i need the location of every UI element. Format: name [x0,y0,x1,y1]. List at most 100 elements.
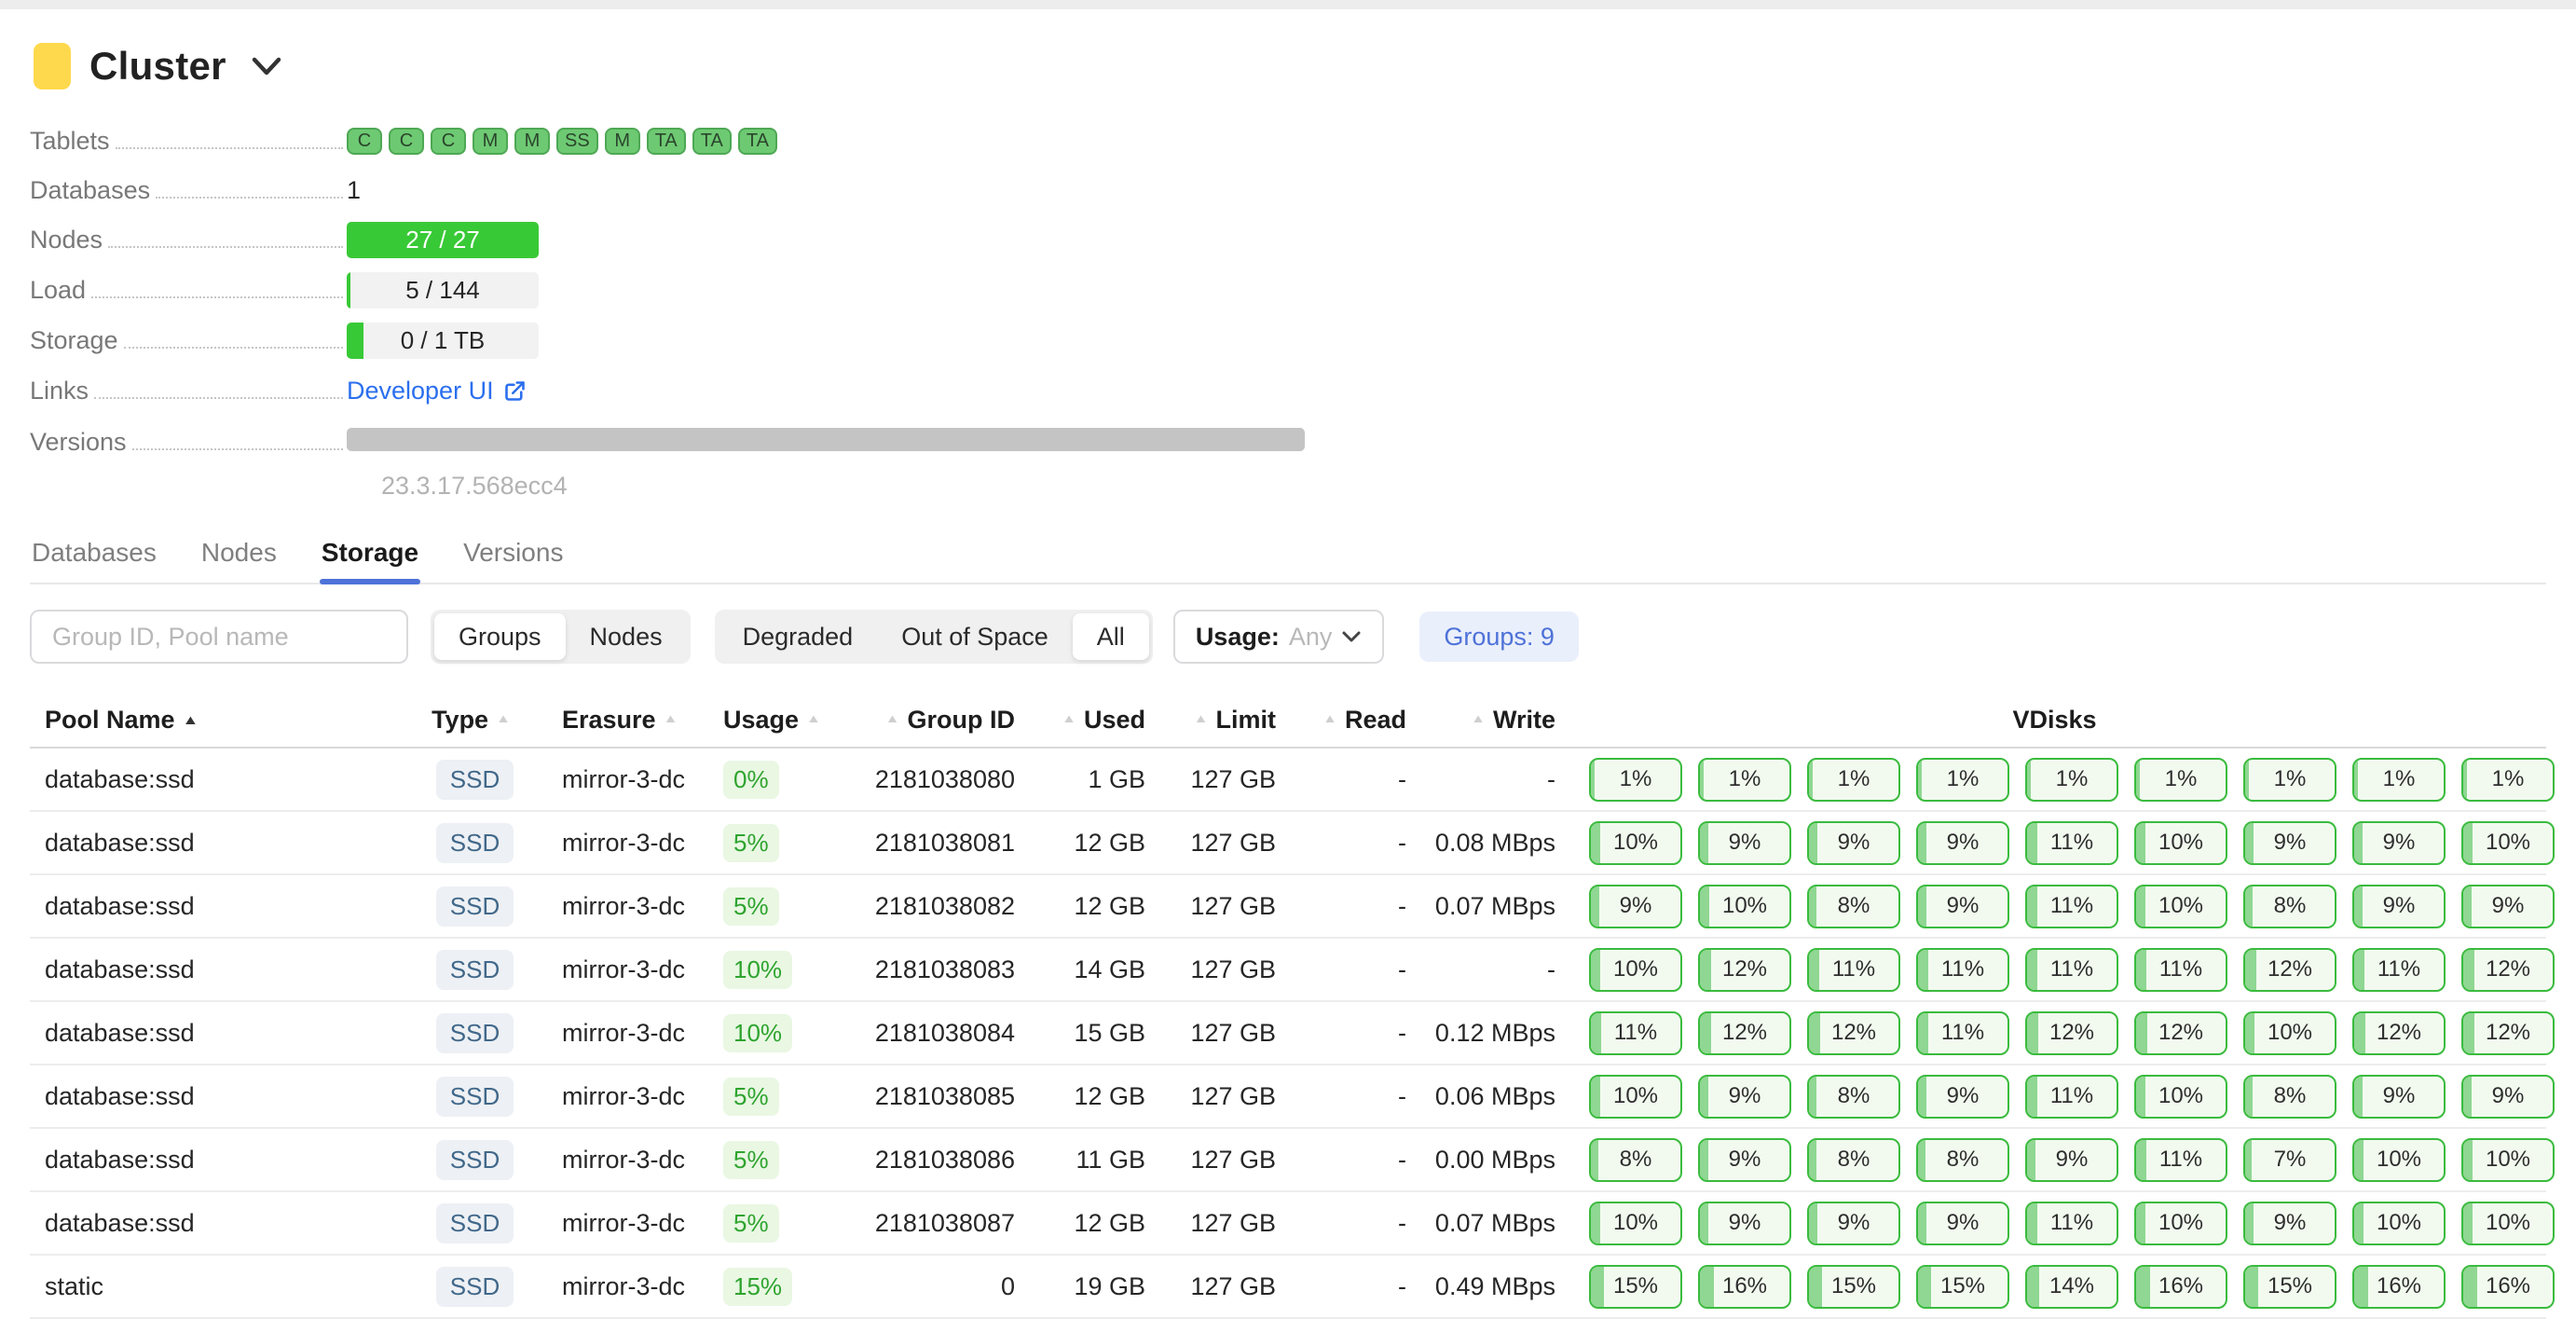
state-toggle-option-out-of-space[interactable]: Out of Space [877,613,1073,660]
vdisk-badge[interactable]: 10% [1589,821,1682,865]
entity-toggle-option-groups[interactable]: Groups [434,613,566,660]
vdisk-badge[interactable]: 12% [2025,1011,2118,1055]
state-toggle-option-degraded[interactable]: Degraded [719,613,878,660]
vdisk-badge[interactable]: 10% [2352,1202,2446,1245]
vdisk-badge[interactable]: 10% [1589,1202,1682,1245]
vdisk-badge[interactable]: 9% [1916,1202,2009,1245]
vdisk-badge[interactable]: 12% [2461,1011,2555,1055]
vdisk-badge[interactable]: 10% [2352,1138,2446,1182]
vdisk-badge[interactable]: 10% [2461,1202,2555,1245]
vdisk-badge[interactable]: 9% [1807,1202,1900,1245]
vdisk-badge[interactable]: 11% [1916,1011,2009,1055]
tab-databases[interactable]: Databases [30,532,158,583]
column-header-used[interactable]: ▲Used [1022,706,1153,735]
vdisk-badge[interactable]: 9% [1698,1075,1791,1119]
vdisk-badge[interactable]: 15% [1589,1265,1682,1309]
tab-versions[interactable]: Versions [461,532,565,583]
column-header-erasure[interactable]: Erasure▲ [547,706,701,735]
tablet-type-badge[interactable]: TA [738,128,777,155]
vdisk-badge[interactable]: 11% [1807,948,1900,992]
vdisk-badge[interactable]: 8% [1807,1075,1900,1119]
column-header-usage[interactable]: Usage▲ [701,706,822,735]
vdisk-badge[interactable]: 11% [2134,1138,2227,1182]
tablet-type-badge[interactable]: M [605,128,640,155]
vdisk-badge[interactable]: 10% [2461,821,2555,865]
tablet-type-badge[interactable]: SS [556,128,598,155]
vdisk-badge[interactable]: 12% [1698,948,1791,992]
developer-ui-link[interactable]: Developer UI [347,377,528,405]
vdisk-badge[interactable]: 10% [1589,1075,1682,1119]
vdisk-badge[interactable]: 11% [2025,948,2118,992]
vdisk-badge[interactable]: 11% [2025,821,2118,865]
column-header-pool[interactable]: Pool Name▲ [30,706,403,735]
vdisk-badge[interactable]: 1% [1916,758,2009,802]
vdisk-badge[interactable]: 9% [1698,1138,1791,1182]
vdisk-badge[interactable]: 9% [2461,1075,2555,1119]
vdisk-badge[interactable]: 10% [2243,1011,2336,1055]
vdisk-badge[interactable]: 11% [2025,1202,2118,1245]
vdisk-badge[interactable]: 11% [1916,948,2009,992]
vdisk-badge[interactable]: 1% [1589,758,1682,802]
vdisk-badge[interactable]: 10% [1589,948,1682,992]
tablet-type-badge[interactable]: M [473,128,508,155]
entity-toggle-option-nodes[interactable]: Nodes [566,613,687,660]
tablet-type-badge[interactable]: C [431,128,466,155]
vdisk-badge[interactable]: 9% [2352,885,2446,928]
vdisk-badge[interactable]: 9% [2243,821,2336,865]
vdisk-badge[interactable]: 11% [2025,1075,2118,1119]
vdisk-badge[interactable]: 15% [1807,1265,1900,1309]
column-header-limit[interactable]: ▲Limit [1153,706,1283,735]
vdisk-badge[interactable]: 7% [2243,1138,2336,1182]
search-input[interactable] [30,610,408,664]
tablet-type-badge[interactable]: C [347,128,382,155]
vdisk-badge[interactable]: 10% [2134,1202,2227,1245]
vdisk-badge[interactable]: 10% [2134,1075,2227,1119]
vdisk-badge[interactable]: 1% [2352,758,2446,802]
vdisk-badge[interactable]: 12% [2461,948,2555,992]
vdisk-badge[interactable]: 11% [2134,948,2227,992]
vdisk-badge[interactable]: 9% [1916,885,2009,928]
vdisk-badge[interactable]: 8% [1589,1138,1682,1182]
vdisk-badge[interactable]: 1% [2243,758,2336,802]
vdisk-badge[interactable]: 1% [2461,758,2555,802]
vdisk-badge[interactable]: 8% [2243,1075,2336,1119]
tab-storage[interactable]: Storage [320,532,420,583]
vdisk-badge[interactable]: 1% [1807,758,1900,802]
vdisk-badge[interactable]: 9% [1807,821,1900,865]
vdisk-badge[interactable]: 1% [2025,758,2118,802]
groups-count-badge[interactable]: Groups: 9 [1419,611,1579,662]
vdisk-badge[interactable]: 12% [1698,1011,1791,1055]
tablet-type-badge[interactable]: M [514,128,550,155]
vdisk-badge[interactable]: 16% [2461,1265,2555,1309]
vdisk-badge[interactable]: 9% [1698,1202,1791,1245]
vdisk-badge[interactable]: 15% [2243,1265,2336,1309]
vdisk-badge[interactable]: 8% [2243,885,2336,928]
vdisk-badge[interactable]: 9% [1916,821,2009,865]
vdisk-badge[interactable]: 16% [2352,1265,2446,1309]
vdisk-badge[interactable]: 9% [1698,821,1791,865]
tablet-type-badge[interactable]: TA [647,128,686,155]
vdisk-badge[interactable]: 16% [2134,1265,2227,1309]
vdisk-badge[interactable]: 9% [2243,1202,2336,1245]
tablet-type-badge[interactable]: TA [692,128,732,155]
vdisk-badge[interactable]: 12% [2134,1011,2227,1055]
vdisk-badge[interactable]: 14% [2025,1265,2118,1309]
vdisk-badge[interactable]: 9% [1589,885,1682,928]
vdisk-badge[interactable]: 12% [2352,1011,2446,1055]
vdisk-badge[interactable]: 9% [2461,885,2555,928]
vdisk-badge[interactable]: 9% [1916,1075,2009,1119]
column-header-group[interactable]: ▲Group ID [822,706,1022,735]
vdisk-badge[interactable]: 1% [1698,758,1791,802]
chevron-down-icon[interactable] [251,55,282,77]
vdisk-badge[interactable]: 9% [2025,1138,2118,1182]
vdisk-badge[interactable]: 8% [1916,1138,2009,1182]
tablet-type-badge[interactable]: C [389,128,424,155]
state-toggle-option-all[interactable]: All [1073,613,1149,660]
vdisk-badge[interactable]: 15% [1916,1265,2009,1309]
tab-nodes[interactable]: Nodes [199,532,279,583]
vdisk-badge[interactable]: 8% [1807,885,1900,928]
column-header-write[interactable]: ▲Write [1414,706,1563,735]
vdisk-badge[interactable]: 10% [2134,885,2227,928]
vdisk-badge[interactable]: 10% [2461,1138,2555,1182]
vdisk-badge[interactable]: 12% [1807,1011,1900,1055]
